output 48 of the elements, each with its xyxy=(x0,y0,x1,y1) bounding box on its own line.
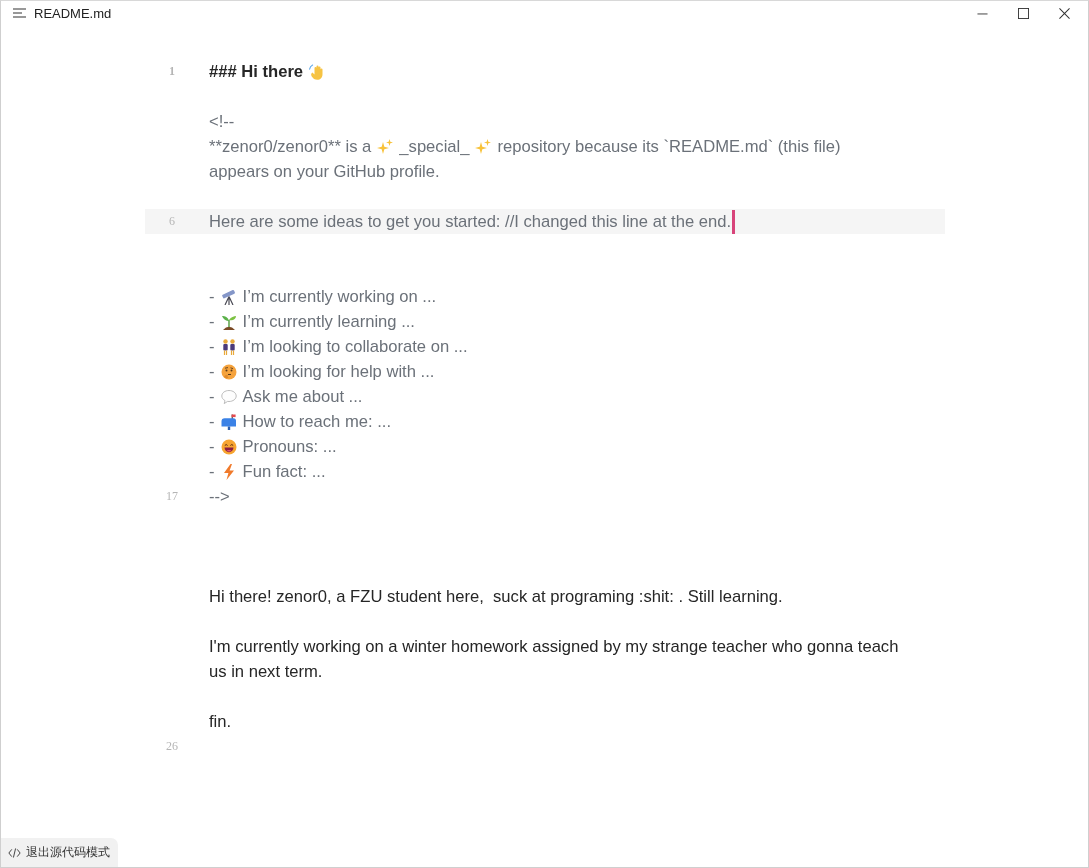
line-number: 26 xyxy=(166,739,178,753)
comment-text: I’m currently learning ... xyxy=(242,311,415,333)
exit-source-mode-button[interactable]: 退出源代码模式 xyxy=(1,838,118,867)
list-marker: - xyxy=(209,436,215,458)
line-number: 17 xyxy=(166,489,178,503)
comment-text: How to reach me: ... xyxy=(242,411,391,433)
comment-text: _special_ xyxy=(399,136,470,158)
maximize-icon[interactable] xyxy=(1018,7,1029,19)
line-number: 6 xyxy=(169,214,175,228)
two-people-icon xyxy=(220,338,237,355)
hand-wave-icon xyxy=(309,63,326,80)
speech-bubble-icon xyxy=(220,388,237,405)
paragraph-text: I'm currently working on a winter homework assigned by my strange teacher who gonna teach us in next term. xyxy=(209,636,900,683)
menu-icon[interactable] xyxy=(13,8,26,18)
comment-text: Pronouns: ... xyxy=(242,436,337,458)
list-marker: - xyxy=(209,461,215,483)
mailbox-icon xyxy=(220,413,237,430)
comment-text: --> xyxy=(209,486,230,508)
line-number: 1 xyxy=(169,64,175,78)
list-marker: - xyxy=(209,361,215,383)
comment-text: **zenor0/zenor0** is a xyxy=(209,136,372,158)
comment-text: Fun fact: ... xyxy=(242,461,326,483)
sparkles-icon xyxy=(475,138,492,155)
list-marker: - xyxy=(209,311,215,333)
comment-text: appears on your GitHub profile. xyxy=(209,161,440,183)
comment-text: <!-- xyxy=(209,111,235,133)
comment-text: I’m currently working on ... xyxy=(242,286,437,308)
comment-text: repository because its `README.md` (this file) xyxy=(497,136,841,158)
thinking-face-icon xyxy=(220,363,237,380)
list-marker: - xyxy=(209,286,215,308)
comment-text: I’m looking for help with ... xyxy=(242,361,435,383)
paragraph-text: Hi there! zenor0, a FZU student here, suck at programing :shit: . Still learning. xyxy=(209,586,783,608)
seedling-icon xyxy=(220,313,237,330)
code-icon xyxy=(8,847,21,858)
sparkles-icon xyxy=(377,138,394,155)
heading-text: ### Hi there xyxy=(209,61,304,83)
list-marker: - xyxy=(209,386,215,408)
list-marker: - xyxy=(209,336,215,358)
window-title: README.md xyxy=(34,5,112,21)
telescope-icon xyxy=(220,288,237,305)
comment-text: I’m looking to collaborate on ... xyxy=(242,336,468,358)
paragraph-text: fin. xyxy=(209,711,232,733)
text-cursor xyxy=(732,209,736,234)
grinning-face-icon xyxy=(220,438,237,455)
comment-text: Ask me about ... xyxy=(242,386,363,408)
comment-text: Here are some ideas to get you started: //I changed this line at the end. xyxy=(209,211,732,233)
close-icon[interactable] xyxy=(1059,7,1070,19)
list-marker: - xyxy=(209,411,215,433)
